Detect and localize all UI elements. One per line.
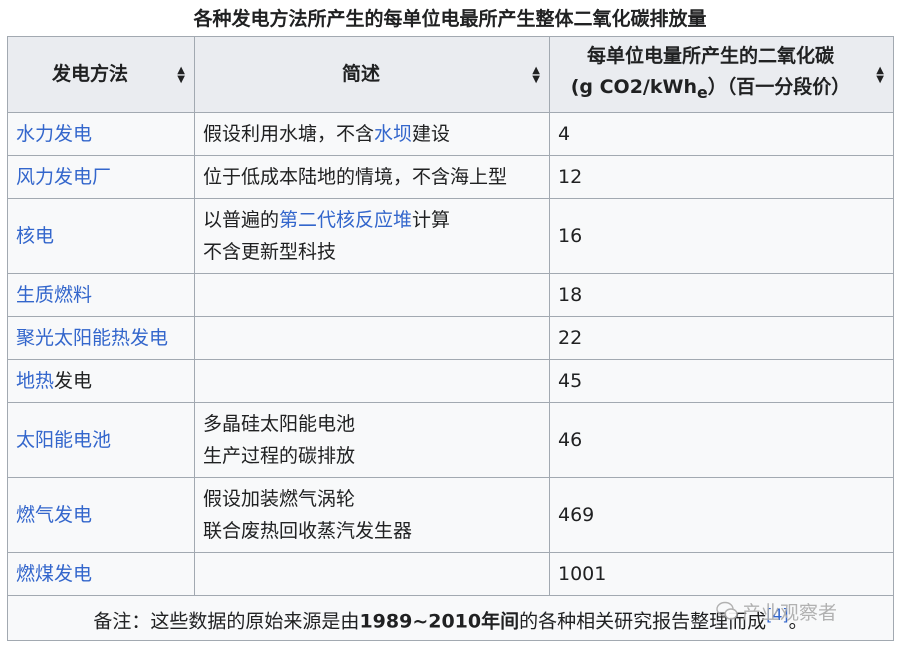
description-link[interactable]: 水坝 xyxy=(374,123,412,145)
method-cell: 燃煤发电 xyxy=(7,552,195,596)
method-cell: 聚光太阳能热发电 xyxy=(7,316,195,360)
table-row: 燃煤发电 1001 xyxy=(7,552,894,596)
method-link[interactable]: 聚光太阳能热发电 xyxy=(16,327,168,349)
description-cell: 多晶硅太阳能电池 生产过程的碳排放 xyxy=(194,402,550,478)
emissions-table: 发电方法 ▲ ▼ 简述 ▲ ▼ 每单位电量所产生的二氧化碳 (g CO2/kWhe）… xyxy=(7,36,894,641)
table-row: 聚光太阳能热发电 22 xyxy=(7,316,894,360)
table-row: 核电 以普遍的第二代核反应堆计算 不含更新型科技 16 xyxy=(7,198,894,274)
method-link[interactable]: 地热 xyxy=(16,370,54,392)
value-cell: 18 xyxy=(549,273,894,317)
method-link[interactable]: 生质燃料 xyxy=(16,284,92,306)
watermark: 产业观察者 xyxy=(716,598,837,626)
column-header-label: 每单位电量所产生的二氧化碳 xyxy=(586,45,834,68)
method-link[interactable]: 燃气发电 xyxy=(16,504,92,526)
value-cell: 16 xyxy=(549,198,894,274)
description-cell: 假设加装燃气涡轮 联合废热回收蒸汽发生器 xyxy=(194,477,550,553)
sort-icon[interactable]: ▲ ▼ xyxy=(177,65,185,84)
method-link[interactable]: 燃煤发电 xyxy=(16,563,92,585)
description-cell xyxy=(194,552,550,596)
method-link[interactable]: 太阳能电池 xyxy=(16,429,111,451)
sort-icon[interactable]: ▲ ▼ xyxy=(876,65,884,84)
table-row: 地热发电 45 xyxy=(7,359,894,403)
value-cell: 12 xyxy=(549,155,894,199)
method-link[interactable]: 风力发电厂 xyxy=(16,166,111,188)
description-link[interactable]: 第二代核反应堆 xyxy=(279,209,412,231)
column-header-description[interactable]: 简述 ▲ ▼ xyxy=(194,36,550,113)
table-row: 风力发电厂 位于低成本陆地的情境，不含海上型 12 xyxy=(7,155,894,199)
table-row: 生质燃料 18 xyxy=(7,273,894,317)
description-cell xyxy=(194,359,550,403)
method-cell: 生质燃料 xyxy=(7,273,195,317)
column-header-method[interactable]: 发电方法 ▲ ▼ xyxy=(7,36,195,113)
description-cell: 假设利用水塘，不含水坝建设 xyxy=(194,112,550,156)
method-cell: 太阳能电池 xyxy=(7,402,195,478)
sort-icon[interactable]: ▲ ▼ xyxy=(532,65,540,84)
wechat-icon xyxy=(716,601,738,626)
table-row: 太阳能电池 多晶硅太阳能电池 生产过程的碳排放 46 xyxy=(7,402,894,478)
method-link[interactable]: 核电 xyxy=(16,225,54,247)
column-header-label: 发电方法 xyxy=(51,63,128,85)
method-cell: 风力发电厂 xyxy=(7,155,195,199)
description-cell: 位于低成本陆地的情境，不含海上型 xyxy=(194,155,550,199)
column-header-emission[interactable]: 每单位电量所产生的二氧化碳 (g CO2/kWhe）（百一分段价） ▲ ▼ xyxy=(549,36,894,113)
column-header-unit: (g CO2/kWhe）（百一分段价） xyxy=(570,76,851,102)
table-row: 水力发电 假设利用水塘，不含水坝建设 4 xyxy=(7,112,894,156)
value-cell: 1001 xyxy=(549,552,894,596)
table-caption: 各种发电方法所产生的每单位电最所产生整体二氧化碳排放量 xyxy=(193,8,707,30)
value-cell: 46 xyxy=(549,402,894,478)
column-header-label: 简述 xyxy=(341,63,380,85)
value-cell: 45 xyxy=(549,359,894,403)
value-cell: 4 xyxy=(549,112,894,156)
table-row: 燃气发电 假设加装燃气涡轮 联合废热回收蒸汽发生器 469 xyxy=(7,477,894,553)
method-cell: 地热发电 xyxy=(7,359,195,403)
method-cell: 燃气发电 xyxy=(7,477,195,553)
method-cell: 核电 xyxy=(7,198,195,274)
description-cell: 以普遍的第二代核反应堆计算 不含更新型科技 xyxy=(194,198,550,274)
value-cell: 22 xyxy=(549,316,894,360)
method-cell: 水力发电 xyxy=(7,112,195,156)
description-cell xyxy=(194,316,550,360)
method-link[interactable]: 水力发电 xyxy=(16,123,92,145)
value-cell: 469 xyxy=(549,477,894,553)
description-cell xyxy=(194,273,550,317)
